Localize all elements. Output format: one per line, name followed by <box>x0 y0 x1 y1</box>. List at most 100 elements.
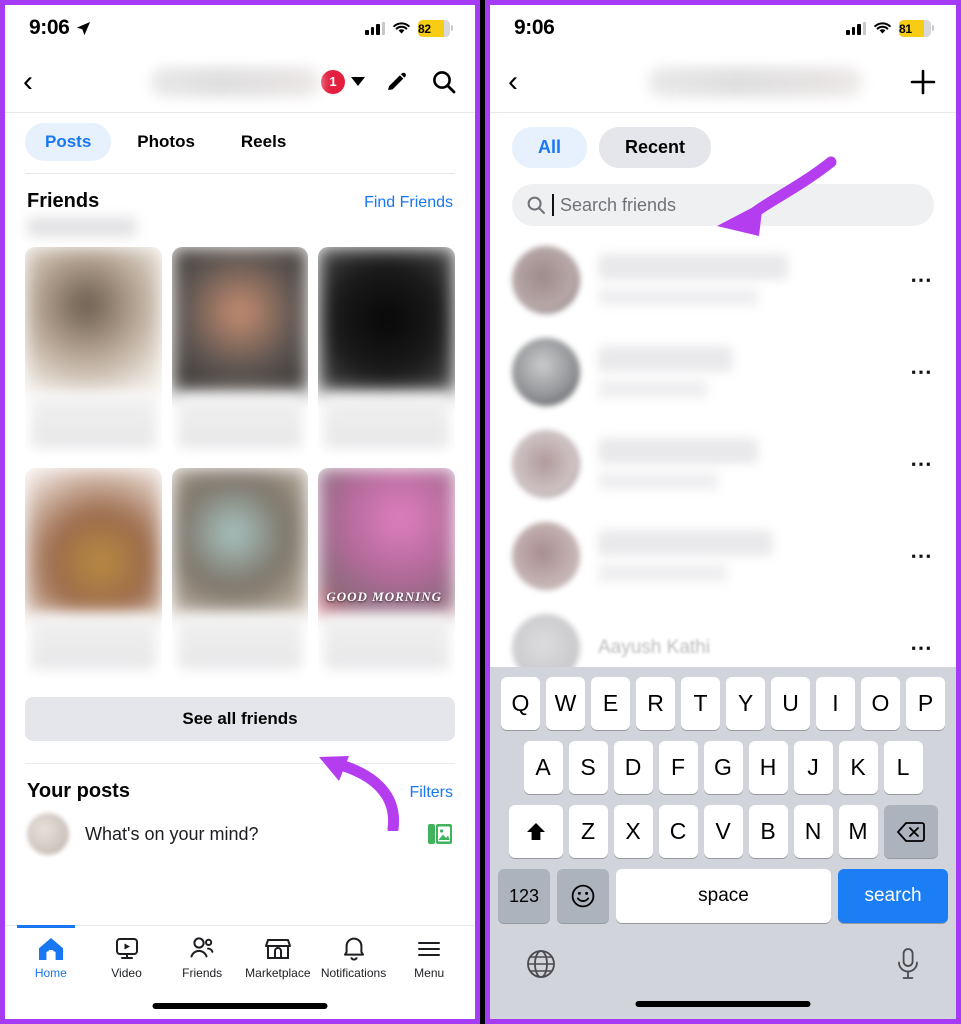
key-y[interactable]: Y <box>726 677 765 730</box>
home-indicator <box>635 1001 811 1007</box>
key-k[interactable]: K <box>838 741 878 794</box>
text-cursor <box>552 194 554 216</box>
profile-tabs: Posts Photos Reels <box>5 113 475 173</box>
key-n[interactable]: N <box>793 805 833 858</box>
backspace-icon[interactable] <box>883 805 938 858</box>
plus-icon[interactable] <box>908 67 938 97</box>
friend-card[interactable] <box>318 247 455 458</box>
key-s[interactable]: S <box>568 741 608 794</box>
pill-recent[interactable]: Recent <box>599 127 712 168</box>
nav-item-notifications[interactable]: Notifications <box>316 936 392 980</box>
key-p[interactable]: P <box>906 677 945 730</box>
friend-subtitle-blurred <box>598 288 758 306</box>
bell-icon <box>343 937 364 961</box>
search-icon[interactable] <box>431 69 457 95</box>
friend-photo <box>25 247 162 392</box>
search-return-key[interactable]: search <box>838 869 948 923</box>
keyboard-row-4: 123 space search <box>490 869 956 923</box>
wifi-icon <box>874 22 891 34</box>
list-item[interactable]: ⋯ <box>490 510 956 602</box>
nav-item-menu[interactable]: Menu <box>391 936 467 980</box>
key-x[interactable]: X <box>613 805 653 858</box>
microphone-icon[interactable] <box>894 946 922 982</box>
pill-all[interactable]: All <box>512 127 588 168</box>
list-item[interactable]: ⋯ <box>490 326 956 418</box>
nav-item-friends[interactable]: Friends <box>164 936 240 980</box>
store-icon <box>264 939 291 959</box>
nav-item-marketplace[interactable]: Marketplace <box>240 936 316 980</box>
friend-card[interactable]: GOOD MORNING <box>318 468 455 679</box>
friend-photo <box>25 468 162 613</box>
see-all-friends-button[interactable]: See all friends <box>25 697 455 741</box>
key-u[interactable]: U <box>771 677 810 730</box>
key-c[interactable]: C <box>658 805 698 858</box>
friend-name-blurred <box>598 530 773 556</box>
key-j[interactable]: J <box>793 741 833 794</box>
status-left-group: 9:06 <box>514 16 555 40</box>
key-q[interactable]: Q <box>501 677 540 730</box>
more-horizontal-icon[interactable]: ⋯ <box>910 637 934 659</box>
nav-item-video[interactable]: Video <box>89 936 165 980</box>
friend-card[interactable] <box>171 468 309 679</box>
post-composer[interactable]: What's on your mind? <box>5 803 475 855</box>
numbers-key[interactable]: 123 <box>498 869 550 923</box>
key-f[interactable]: F <box>658 741 698 794</box>
list-item[interactable]: ⋯ <box>490 418 956 510</box>
friend-name-blurred <box>177 617 303 669</box>
tab-posts[interactable]: Posts <box>25 123 112 161</box>
friend-name-blurred <box>598 438 758 464</box>
pencil-icon[interactable] <box>385 69 411 95</box>
list-item[interactable]: ⋯ <box>490 234 956 326</box>
key-d[interactable]: D <box>613 741 653 794</box>
emoji-icon[interactable] <box>557 869 609 923</box>
friend-subtitle-blurred <box>598 380 708 398</box>
battery-percent: 81 <box>899 21 912 36</box>
key-i[interactable]: I <box>816 677 855 730</box>
search-friends-field[interactable]: Search friends <box>512 184 934 226</box>
key-r[interactable]: R <box>636 677 675 730</box>
key-v[interactable]: V <box>703 805 743 858</box>
back-button[interactable]: ‹ <box>508 66 538 97</box>
shift-icon[interactable] <box>508 805 563 858</box>
hamburger-icon <box>418 942 441 956</box>
key-m[interactable]: M <box>838 805 878 858</box>
key-h[interactable]: H <box>748 741 788 794</box>
home-icon <box>38 938 63 960</box>
friend-card[interactable] <box>25 468 162 679</box>
photo-library-icon[interactable] <box>427 822 453 846</box>
caret-down-icon[interactable] <box>351 77 365 86</box>
more-horizontal-icon[interactable]: ⋯ <box>910 269 934 291</box>
globe-icon[interactable] <box>524 947 558 981</box>
nav-item-home[interactable]: Home <box>13 936 89 980</box>
find-friends-link[interactable]: Find Friends <box>364 194 453 212</box>
composer-placeholder[interactable]: What's on your mind? <box>85 824 411 845</box>
status-right-group: 81 <box>846 19 934 37</box>
key-z[interactable]: Z <box>568 805 608 858</box>
friend-name-blurred <box>598 346 733 372</box>
tab-photos[interactable]: Photos <box>117 123 215 161</box>
key-a[interactable]: A <box>523 741 563 794</box>
friend-card[interactable] <box>25 247 162 458</box>
back-button[interactable]: ‹ <box>23 66 52 97</box>
friend-photo <box>318 247 455 392</box>
key-g[interactable]: G <box>703 741 743 794</box>
battery-indicator: 81 <box>899 19 934 37</box>
filters-link[interactable]: Filters <box>409 784 453 802</box>
key-e[interactable]: E <box>591 677 630 730</box>
more-horizontal-icon[interactable]: ⋯ <box>910 361 934 383</box>
key-l[interactable]: L <box>883 741 923 794</box>
more-horizontal-icon[interactable]: ⋯ <box>910 453 934 475</box>
battery-percent: 82 <box>418 21 431 36</box>
key-o[interactable]: O <box>861 677 900 730</box>
friend-filter-pills: All Recent <box>490 113 956 168</box>
shift-arrow-icon <box>526 822 545 840</box>
friend-card[interactable] <box>171 247 309 458</box>
more-horizontal-icon[interactable]: ⋯ <box>910 545 934 567</box>
friend-name-blurred <box>31 617 156 669</box>
friend-photo <box>171 468 309 613</box>
key-b[interactable]: B <box>748 805 788 858</box>
key-t[interactable]: T <box>681 677 720 730</box>
space-key[interactable]: space <box>616 869 831 923</box>
key-w[interactable]: W <box>546 677 585 730</box>
tab-reels[interactable]: Reels <box>221 123 306 161</box>
